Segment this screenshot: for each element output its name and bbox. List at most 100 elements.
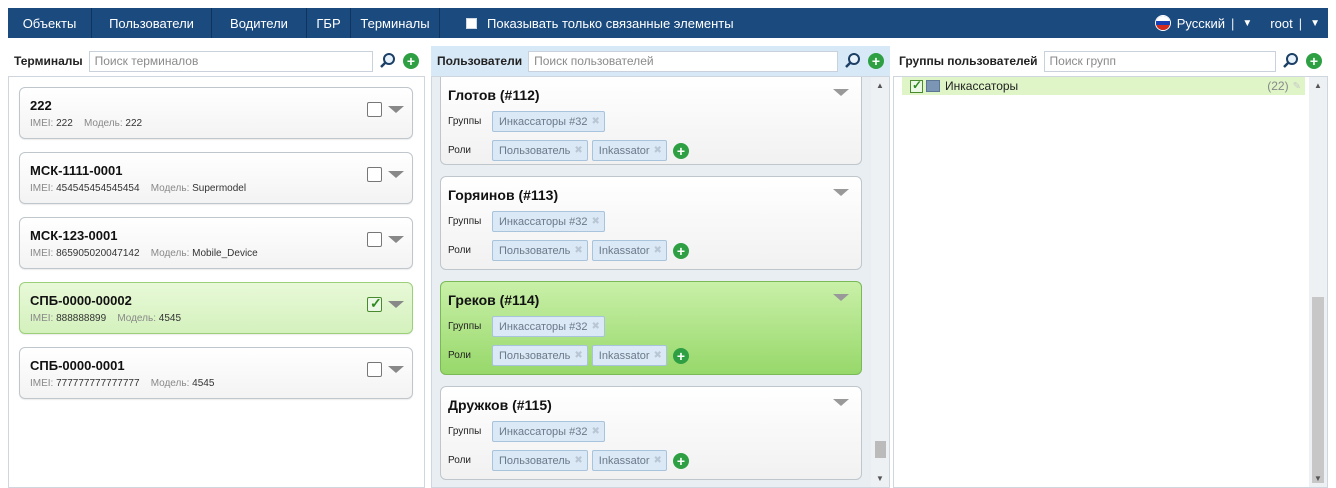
group-tag[interactable]: Инкассаторы #32 ✖ [492, 421, 605, 442]
scroll-down-icon[interactable]: ▼ [876, 474, 884, 483]
role-tag[interactable]: Inkassator ✖ [591, 345, 667, 366]
edit-icon[interactable]: ✎ [1293, 81, 1301, 92]
add-user-icon[interactable]: + [868, 53, 884, 69]
users-search-input[interactable] [528, 50, 838, 72]
chevron-down-icon[interactable] [388, 301, 404, 308]
group-tag[interactable]: Инкассаторы #32 ✖ [492, 211, 605, 232]
add-role-icon[interactable]: + [672, 452, 689, 469]
terminal-checkbox[interactable] [367, 295, 382, 312]
remove-icon[interactable]: ✖ [574, 145, 582, 156]
role-tag[interactable]: Inkassator ✖ [591, 140, 667, 161]
chevron-down-icon[interactable] [833, 294, 849, 301]
scroll-up-icon[interactable]: ▲ [1314, 81, 1322, 90]
nav-terminals[interactable]: Терминалы [351, 8, 440, 38]
show-linked-toggle[interactable]: Показывать только связанные элементы [466, 8, 734, 38]
model-label: Модель: [83, 118, 123, 129]
nav-users[interactable]: Пользователи [92, 8, 212, 38]
remove-icon[interactable]: ✖ [654, 350, 662, 361]
groups-scrollbar[interactable]: ▲ ▼ [1309, 77, 1327, 487]
groups-header: Группы пользователей + [893, 46, 1328, 76]
terminal-checkbox[interactable] [367, 167, 382, 182]
terminal-card[interactable]: МСК-1111-0001 IMEI: 454545454545454 Модел… [19, 152, 413, 204]
remove-icon[interactable]: ✖ [574, 245, 582, 256]
terminal-card[interactable]: СПБ-0000-0001 IMEI: 777777777777777 Модел… [19, 347, 413, 399]
user-groups-row: Группы Инкассаторы #32 ✖ [448, 421, 854, 442]
add-role-icon[interactable]: + [672, 142, 689, 159]
remove-icon[interactable]: ✖ [592, 426, 600, 437]
role-tag[interactable]: Пользователь ✖ [492, 140, 588, 161]
remove-icon[interactable]: ✖ [592, 216, 600, 227]
role-tag[interactable]: Inkassator ✖ [591, 450, 667, 471]
user-card[interactable]: Греков (#114) Группы Инкассаторы #32 ✖ Роли П… [440, 281, 862, 375]
terminal-checkbox[interactable] [367, 102, 382, 117]
user-groups-row: Группы Инкассаторы #32 ✖ [448, 316, 854, 337]
show-linked-checkbox[interactable] [466, 17, 477, 29]
remove-icon[interactable]: ✖ [654, 145, 662, 156]
user-dropdown-icon[interactable]: ▼ [1310, 18, 1320, 29]
nav-drivers[interactable]: Водители [212, 8, 307, 38]
terminal-name: СПБ-0000-0001 [30, 358, 125, 373]
role-tag-label: Inkassator [598, 454, 650, 467]
user-menu[interactable]: root [1270, 16, 1292, 31]
terminal-checkbox[interactable] [367, 232, 382, 247]
nav-gbr[interactable]: ГБР [307, 8, 351, 38]
model-value: 222 [125, 118, 143, 129]
chevron-down-icon[interactable] [388, 171, 404, 178]
remove-icon[interactable]: ✖ [654, 245, 662, 256]
model-value: Supermodel [192, 183, 247, 194]
scroll-up-icon[interactable]: ▲ [876, 81, 884, 90]
users-title: Пользователи [437, 54, 523, 68]
language-dropdown-icon[interactable]: ▼ [1242, 18, 1252, 29]
user-card[interactable]: Горяинов (#113) Группы Инкассаторы #32 ✖ Рол… [440, 176, 862, 270]
group-checkbox[interactable] [910, 78, 923, 93]
terminal-checkbox[interactable] [367, 362, 382, 377]
chevron-down-icon[interactable] [833, 189, 849, 196]
groups-search-input[interactable] [1043, 50, 1276, 72]
language-selector[interactable]: Русский [1177, 16, 1225, 31]
terminal-card[interactable]: МСК-123-0001 IMEI: 865905020047142 Модель… [19, 217, 413, 269]
roles-label: Роли [448, 245, 471, 256]
chevron-down-icon[interactable] [388, 366, 404, 373]
remove-icon[interactable]: ✖ [574, 455, 582, 466]
search-icon[interactable] [842, 50, 864, 72]
user-roles-row: Роли Пользователь ✖ Inkassator ✖ + [448, 140, 854, 161]
chevron-down-icon[interactable] [833, 89, 849, 96]
role-tag[interactable]: Пользователь ✖ [492, 345, 588, 366]
terminals-search-input[interactable] [88, 50, 373, 72]
user-name: Дружков (#115) [448, 397, 552, 413]
add-group-icon[interactable]: + [1306, 53, 1322, 69]
remove-icon[interactable]: ✖ [574, 350, 582, 361]
add-role-icon[interactable]: + [672, 242, 689, 259]
scroll-thumb[interactable] [1312, 297, 1324, 483]
nav-objects[interactable]: Объекты [8, 8, 92, 38]
show-linked-label: Показывать только связанные элементы [487, 15, 734, 31]
add-role-icon[interactable]: + [672, 347, 689, 364]
imei-label: IMEI: [30, 378, 54, 389]
search-icon[interactable] [377, 50, 399, 72]
add-terminal-icon[interactable]: + [403, 53, 419, 69]
scroll-thumb[interactable] [875, 441, 886, 458]
role-tag[interactable]: Пользователь ✖ [492, 240, 588, 261]
remove-icon[interactable]: ✖ [592, 321, 600, 332]
group-row[interactable]: Инкассаторы (22) ✎ [902, 77, 1305, 95]
chevron-down-icon[interactable] [833, 399, 849, 406]
search-icon[interactable] [1280, 50, 1302, 72]
remove-icon[interactable]: ✖ [592, 116, 600, 127]
chevron-down-icon[interactable] [388, 106, 404, 113]
scroll-down-icon[interactable]: ▼ [1314, 474, 1322, 483]
terminal-card[interactable]: СПБ-0000-00002 IMEI: 888888899 Модель: 45… [19, 282, 413, 334]
chevron-down-icon[interactable] [388, 236, 404, 243]
user-name: Глотов (#112) [448, 87, 540, 103]
group-tag[interactable]: Инкассаторы #32 ✖ [492, 111, 605, 132]
terminal-info: IMEI: 865905020047142 Модель: Mobile_Dev… [30, 248, 402, 259]
terminal-card[interactable]: 222 IMEI: 222 Модель: 222 [19, 87, 413, 139]
users-scrollbar[interactable]: ▲ ▼ [871, 77, 889, 487]
group-tag[interactable]: Инкассаторы #32 ✖ [492, 316, 605, 337]
group-tag-label: Инкассаторы #32 [499, 215, 588, 228]
role-tag[interactable]: Inkassator ✖ [591, 240, 667, 261]
role-tag[interactable]: Пользователь ✖ [492, 450, 588, 471]
user-card[interactable]: Глотов (#112) Группы Инкассаторы #32 ✖ Роли П… [440, 77, 862, 165]
russian-flag-icon [1154, 15, 1171, 31]
remove-icon[interactable]: ✖ [654, 455, 662, 466]
user-card[interactable]: Дружков (#115) Группы Инкассаторы #32 ✖ Роли… [440, 386, 862, 480]
